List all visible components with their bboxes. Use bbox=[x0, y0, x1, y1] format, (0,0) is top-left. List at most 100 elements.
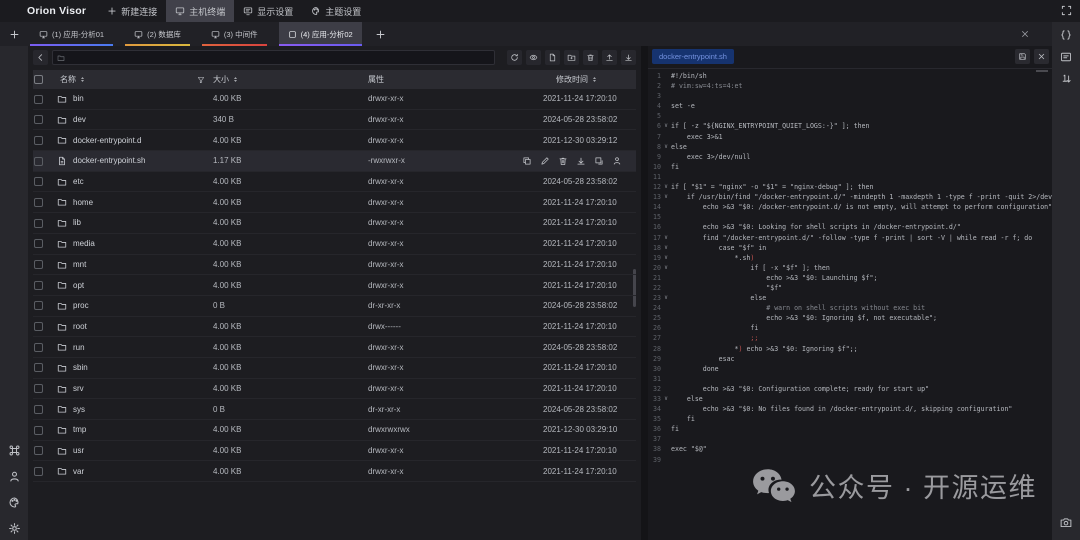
table-row[interactable]: tmp 4.00 KB drwxrwxrwx 2021-12-30 03:29:10 bbox=[33, 420, 636, 441]
table-row[interactable]: bin 4.00 KB drwxr-xr-x 2021-11-24 17:20:10 bbox=[33, 89, 636, 110]
file-attr: drwxr-xr-x bbox=[368, 135, 404, 145]
table-row[interactable]: docker-entrypoint.sh 1.17 KB -rwxrwxr-x bbox=[33, 151, 636, 172]
fold-toggle-icon[interactable]: ∨ bbox=[661, 253, 671, 263]
sort-icon[interactable] bbox=[591, 76, 598, 83]
table-row[interactable]: sbin 4.00 KB drwxr-xr-x 2021-11-24 17:20:10 bbox=[33, 358, 636, 379]
session-tab-1[interactable]: (1) 应用-分析01 bbox=[30, 22, 114, 46]
table-row[interactable]: dev 340 B drwxr-xr-x 2024-05-28 23:58:02 bbox=[33, 110, 636, 131]
row-checkbox[interactable] bbox=[34, 322, 43, 332]
fold-toggle-icon[interactable]: ∨ bbox=[661, 192, 671, 202]
file-attr: drwxr-xr-x bbox=[368, 115, 404, 125]
row-checkbox[interactable] bbox=[34, 301, 43, 311]
fold-toggle-icon[interactable]: ∨ bbox=[661, 263, 671, 273]
download-button[interactable] bbox=[621, 50, 636, 65]
palette-button[interactable] bbox=[8, 496, 21, 509]
sort-icon[interactable] bbox=[232, 76, 239, 83]
user-button[interactable] bbox=[8, 470, 21, 483]
table-row[interactable]: var 4.00 KB drwxr-xr-x 2021-11-24 17:20:10 bbox=[33, 461, 636, 483]
table-row[interactable]: usr 4.00 KB drwxr-xr-x 2021-11-24 17:20:10 bbox=[33, 441, 636, 462]
copy-button[interactable] bbox=[522, 156, 532, 166]
save-button[interactable] bbox=[1015, 49, 1030, 64]
row-checkbox[interactable] bbox=[34, 384, 43, 394]
fold-toggle-icon[interactable]: ∨ bbox=[661, 182, 671, 192]
column-header-name[interactable]: 名称 bbox=[60, 70, 86, 89]
table-row[interactable]: lib 4.00 KB drwxr-xr-x 2021-11-24 17:20:10 bbox=[33, 213, 636, 234]
table-row[interactable]: media 4.00 KB drwxr-xr-x 2021-11-24 17:20:1… bbox=[33, 234, 636, 255]
table-row[interactable]: home 4.00 KB drwxr-xr-x 2021-11-24 17:20:10 bbox=[33, 192, 636, 214]
fold-toggle-icon[interactable]: ∨ bbox=[661, 243, 671, 253]
close-panel-button[interactable] bbox=[1020, 29, 1030, 39]
nav-item-palette[interactable]: 主题设置 bbox=[302, 0, 370, 22]
folder-new-button[interactable] bbox=[564, 50, 579, 65]
file-name: var bbox=[73, 466, 85, 476]
nav-item-terminal[interactable]: 主机终端 bbox=[166, 0, 235, 22]
scrollbar-thumb[interactable] bbox=[1036, 70, 1048, 72]
table-row[interactable]: root 4.00 KB drwx------ 2021-11-24 17:20:10 bbox=[33, 317, 636, 338]
fold-toggle-icon[interactable]: ∨ bbox=[661, 394, 671, 404]
braces-button[interactable] bbox=[1060, 29, 1072, 41]
close-editor-button[interactable] bbox=[1034, 49, 1049, 64]
row-checkbox[interactable] bbox=[34, 404, 43, 414]
eye-button[interactable] bbox=[526, 50, 541, 65]
command-button[interactable] bbox=[8, 444, 21, 457]
path-input[interactable] bbox=[68, 51, 490, 64]
filter-button[interactable] bbox=[197, 70, 205, 89]
row-checkbox[interactable] bbox=[34, 260, 43, 269]
code-text: fi bbox=[671, 324, 759, 333]
table-row[interactable]: proc 0 B dr-xr-xr-x 2024-05-28 23:58:02 bbox=[33, 296, 636, 317]
row-checkbox[interactable] bbox=[34, 115, 43, 125]
row-checkbox[interactable] bbox=[34, 156, 43, 166]
row-checkbox[interactable] bbox=[34, 135, 43, 145]
column-header-size[interactable]: 大小 bbox=[213, 70, 239, 89]
permission-button[interactable] bbox=[612, 156, 622, 166]
fold-toggle-icon[interactable]: ∨ bbox=[661, 121, 671, 131]
table-row[interactable]: run 4.00 KB drwxr-xr-x 2024-05-28 23:58:02 bbox=[33, 337, 636, 358]
upload-button[interactable] bbox=[602, 50, 617, 65]
editor-file-tab[interactable]: docker-entrypoint.sh bbox=[652, 49, 734, 64]
new-tab-button[interactable] bbox=[7, 22, 21, 46]
table-row[interactable]: sys 0 B dr-xr-xr-x 2024-05-28 23:58:02 bbox=[33, 399, 636, 420]
sort-icon[interactable] bbox=[79, 76, 86, 83]
gear-button[interactable] bbox=[8, 522, 21, 535]
row-checkbox[interactable] bbox=[34, 94, 43, 104]
row-checkbox[interactable] bbox=[34, 425, 43, 435]
trash-button[interactable] bbox=[583, 50, 598, 65]
session-tab-3[interactable]: (3) 中间件 bbox=[201, 22, 267, 46]
row-checkbox[interactable] bbox=[34, 197, 43, 207]
download-button[interactable] bbox=[576, 156, 586, 166]
row-checkbox[interactable] bbox=[34, 239, 43, 249]
line-number: 10 bbox=[653, 162, 661, 171]
nav-item-display[interactable]: 显示设置 bbox=[234, 0, 302, 22]
select-all-checkbox[interactable] bbox=[34, 74, 43, 84]
panel-button[interactable] bbox=[1060, 51, 1072, 63]
camera-button[interactable] bbox=[1060, 516, 1073, 529]
table-row[interactable]: etc 4.00 KB drwxr-xr-x 2024-05-28 23:58:02 bbox=[33, 172, 636, 193]
row-checkbox[interactable] bbox=[34, 446, 43, 456]
sortlines-button[interactable] bbox=[1060, 73, 1072, 85]
trash-button[interactable] bbox=[558, 156, 568, 166]
file-new-button[interactable] bbox=[545, 50, 560, 65]
edit-button[interactable] bbox=[540, 156, 550, 166]
table-row[interactable]: opt 4.00 KB drwxr-xr-x 2021-11-24 17:20:10 bbox=[33, 275, 636, 296]
session-tab-2[interactable]: (2) 数据库 bbox=[125, 22, 190, 46]
row-checkbox[interactable] bbox=[34, 177, 43, 187]
column-header-mtime[interactable]: 修改时间 bbox=[556, 70, 598, 89]
move-button[interactable] bbox=[594, 156, 604, 166]
fold-toggle-icon[interactable]: ∨ bbox=[661, 142, 671, 152]
row-checkbox[interactable] bbox=[34, 363, 43, 373]
nav-item-plus[interactable]: 新建连接 bbox=[98, 0, 166, 22]
fold-toggle-icon[interactable]: ∨ bbox=[661, 233, 671, 243]
new-tab-button[interactable] bbox=[374, 22, 388, 46]
row-checkbox[interactable] bbox=[34, 466, 43, 476]
refresh-button[interactable] bbox=[507, 50, 522, 65]
table-row[interactable]: mnt 4.00 KB drwxr-xr-x 2021-11-24 17:20:10 bbox=[33, 255, 636, 276]
row-checkbox[interactable] bbox=[34, 218, 43, 228]
fullscreen-button[interactable] bbox=[1061, 5, 1072, 16]
session-tab-4[interactable]: (4) 应用-分析02 bbox=[278, 22, 362, 46]
table-row[interactable]: srv 4.00 KB drwxr-xr-x 2021-11-24 17:20:10 bbox=[33, 379, 636, 400]
table-row[interactable]: docker-entrypoint.d 4.00 KB drwxr-xr-x 2021… bbox=[33, 130, 636, 152]
fold-toggle-icon[interactable]: ∨ bbox=[661, 293, 671, 303]
row-checkbox[interactable] bbox=[34, 280, 43, 290]
row-checkbox[interactable] bbox=[34, 342, 43, 352]
back-button[interactable] bbox=[33, 50, 48, 65]
